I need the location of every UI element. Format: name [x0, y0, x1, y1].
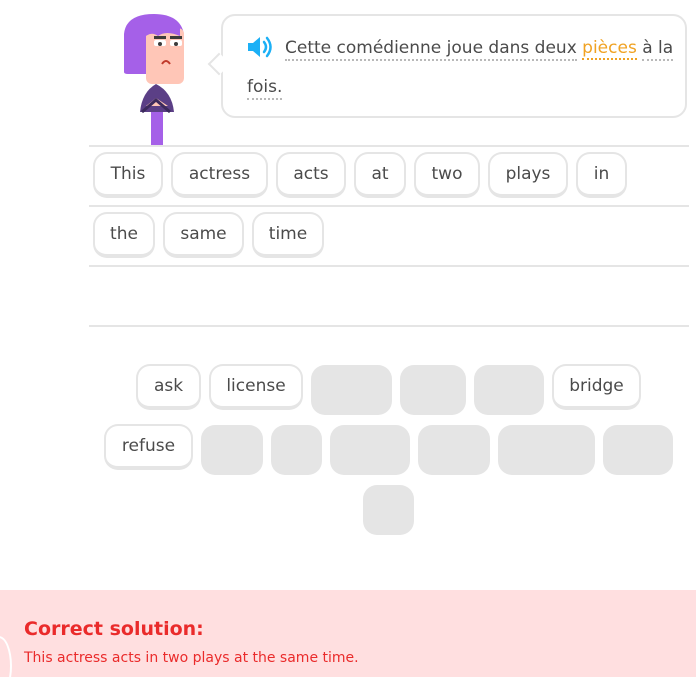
- answer-tile[interactable]: two: [414, 152, 480, 198]
- word-bank-tile[interactable]: ask: [136, 364, 201, 410]
- empty-word-slot: [330, 425, 410, 475]
- empty-word-slot: [603, 425, 673, 475]
- empty-word-slot: [498, 425, 595, 475]
- empty-word-slot: [201, 425, 263, 475]
- incorrect-feedback-footer: Correct solution: This actress acts in t…: [0, 590, 696, 677]
- correct-solution-text: This actress acts in two plays at the sa…: [24, 650, 359, 666]
- answer-tile[interactable]: plays: [488, 152, 568, 198]
- word-bank-tile[interactable]: license: [209, 364, 303, 410]
- prompt-line-1: Cette comédienne joue dans deux pièces à…: [285, 28, 674, 68]
- answer-line: [89, 205, 689, 207]
- word-bank-tile[interactable]: bridge: [552, 364, 641, 410]
- empty-word-slot: [311, 365, 392, 415]
- correct-solution-title: Correct solution:: [24, 618, 204, 640]
- answer-line: [89, 265, 689, 267]
- answer-tile[interactable]: This: [93, 152, 163, 198]
- empty-word-slot: [363, 485, 414, 535]
- empty-word-slot: [400, 365, 466, 415]
- answer-tile[interactable]: the: [93, 212, 155, 258]
- prompt-highlight-word[interactable]: pièces: [582, 38, 637, 60]
- empty-word-slot: [418, 425, 490, 475]
- prompt-text[interactable]: Cette comédienne joue dans deux: [285, 38, 577, 61]
- answer-tile[interactable]: actress: [171, 152, 268, 198]
- empty-word-slot: [271, 425, 322, 475]
- prompt-text[interactable]: fois.: [247, 77, 283, 100]
- character-illustration: [124, 14, 184, 146]
- prompt-line-2: fois.: [247, 67, 283, 107]
- empty-word-slot: [474, 365, 544, 415]
- answer-tile[interactable]: in: [576, 152, 627, 198]
- speaker-icon[interactable]: [246, 34, 276, 60]
- answer-tile[interactable]: acts: [276, 152, 346, 198]
- answer-tile[interactable]: at: [354, 152, 406, 198]
- answer-tile[interactable]: time: [252, 212, 324, 258]
- prompt-text[interactable]: à la: [642, 38, 674, 61]
- answer-line: [89, 145, 689, 147]
- answer-tile[interactable]: same: [163, 212, 244, 258]
- answer-line: [89, 325, 689, 327]
- word-bank-tile[interactable]: refuse: [104, 424, 193, 470]
